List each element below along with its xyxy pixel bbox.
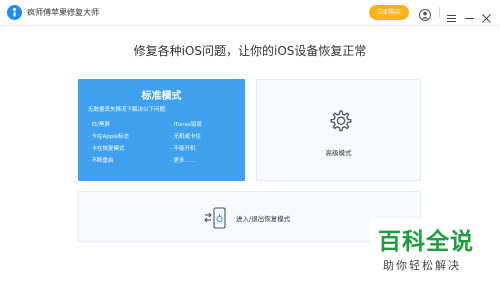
issue-item: · 卡在Apple标志 (88, 134, 130, 140)
page-headline: 修复各种iOS问题，让你的iOS设备恢复正常 (133, 44, 367, 58)
standard-mode-title: 标准模式 (141, 91, 182, 102)
issue-item: · 无机或卡住 (170, 134, 201, 140)
gear-icon (327, 108, 353, 134)
close-icon[interactable] (482, 8, 491, 23)
issue-item: · 卡在恢复模式 (88, 146, 125, 152)
issue-item: · 不能开机 (170, 146, 196, 152)
phone-recovery-icon (204, 206, 230, 230)
issue-item: · iTunes错误 (170, 122, 202, 128)
menu-icon[interactable] (447, 8, 456, 22)
title-bar: 疯师傅苹果修复大师 立即购买 (0, 0, 500, 26)
user-icon[interactable] (419, 6, 431, 21)
app-title: 疯师傅苹果修复大师 (27, 8, 99, 17)
standard-mode-description: 无数据丢失情况下解决以下问题: (88, 107, 167, 113)
issue-item: · 白/黑屏 (88, 122, 110, 128)
issue-item: · 不断重启 (88, 158, 114, 164)
standard-mode-card[interactable]: 标准模式 无数据丢失情况下解决以下问题: · 白/黑屏 · 卡在Apple标志 … (78, 79, 245, 181)
issue-item: · 更多…… (170, 158, 196, 164)
window-controls-divider (439, 7, 440, 18)
watermark-title: 百科全说 (378, 229, 474, 255)
watermark: 百科全说 助你轻松解决 (370, 219, 500, 285)
app-logo-icon (7, 5, 22, 20)
advanced-mode-card[interactable]: 高级模式 (256, 79, 421, 181)
minimize-icon[interactable] (465, 8, 474, 19)
advanced-mode-label: 高级模式 (325, 149, 352, 157)
watermark-subtitle: 助你轻松解决 (383, 259, 461, 272)
buy-now-button[interactable]: 立即购买 (369, 5, 409, 20)
recovery-mode-label: 进入/退出恢复模式 (236, 215, 291, 223)
